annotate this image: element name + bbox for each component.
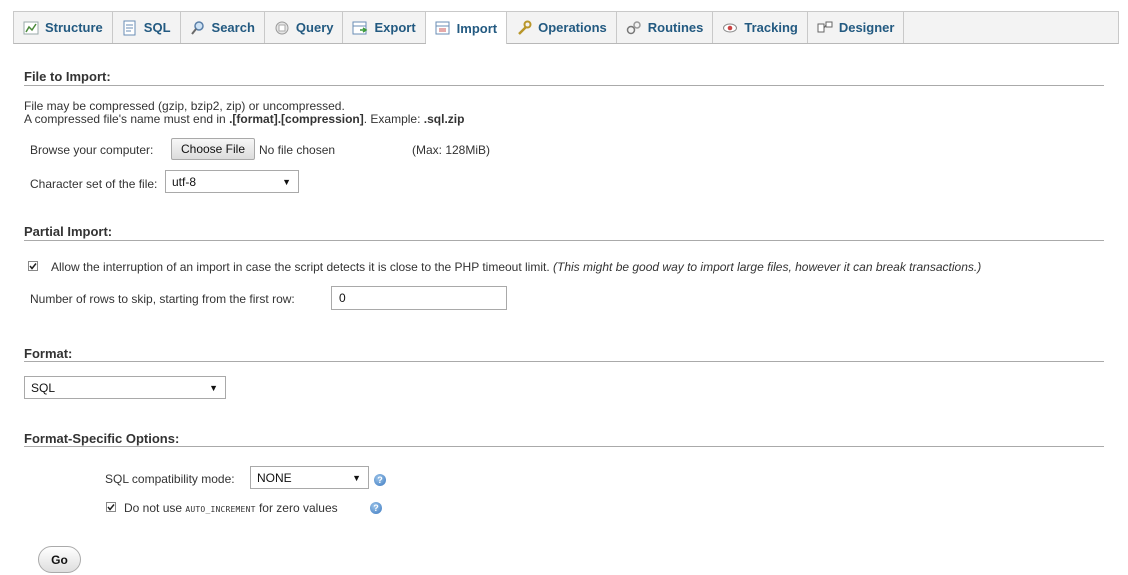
auto-increment-code: AUTO_INCREMENT: [185, 505, 256, 514]
tab-tracking[interactable]: Tracking: [713, 12, 808, 43]
help-icon[interactable]: ?: [374, 474, 386, 486]
help-icon[interactable]: ?: [370, 502, 382, 514]
file-import-heading: File to Import:: [24, 69, 111, 84]
max-size-text: (Max: 128MiB): [412, 143, 491, 157]
search-icon: [190, 20, 206, 36]
query-icon: [274, 20, 290, 36]
allow-interrupt-note: (This might be good way to import large …: [553, 260, 982, 274]
tab-label: Designer: [838, 20, 895, 35]
tab-import[interactable]: Import: [425, 12, 508, 44]
tab-designer[interactable]: Designer: [808, 12, 905, 43]
tab-label: Search: [211, 20, 255, 35]
charset-value: utf-8: [172, 174, 197, 189]
compat-value: NONE: [257, 470, 292, 485]
tab-label: Routines: [647, 20, 704, 35]
designer-icon: [817, 20, 833, 36]
go-button[interactable]: Go: [38, 546, 81, 573]
choose-file-button[interactable]: Choose File: [171, 138, 255, 160]
tab-structure[interactable]: Structure: [14, 12, 113, 43]
format-heading: Format:: [24, 346, 73, 361]
format-value: SQL: [31, 380, 56, 395]
sql-icon: [122, 20, 138, 36]
allow-interrupt-text: Allow the interruption of an import in c…: [51, 260, 981, 274]
skip-rows-label: Number of rows to skip, starting from th…: [30, 292, 295, 306]
divider: [24, 446, 1104, 447]
tab-label: SQL: [143, 20, 171, 35]
compression-example-line: A compressed file's name must end in .[f…: [24, 112, 464, 126]
routines-icon: [626, 20, 642, 36]
auto-increment-text: Do not use AUTO_INCREMENT for zero value…: [124, 501, 338, 515]
import-icon: [435, 20, 451, 36]
note-prefix: A compressed file's name must end in: [24, 112, 230, 126]
chevron-down-icon: ▼: [282, 176, 291, 187]
note-example: .sql.zip: [423, 112, 465, 126]
divider: [24, 240, 1104, 241]
divider: [24, 85, 1104, 86]
tab-operations[interactable]: Operations: [507, 12, 617, 43]
tab-export[interactable]: Export: [343, 12, 426, 43]
tab-label: Export: [374, 20, 416, 35]
wrench-icon: [516, 20, 532, 36]
tab-label: Tracking: [744, 20, 798, 35]
auto-increment-prefix: Do not use: [124, 501, 186, 515]
compat-label: SQL compatibility mode:: [105, 472, 235, 486]
charset-label: Character set of the file:: [30, 177, 158, 191]
format-select[interactable]: SQL ▼: [24, 376, 226, 399]
chevron-down-icon: ▼: [352, 472, 361, 483]
tab-label: Structure: [45, 20, 103, 35]
eye-icon: [722, 20, 738, 36]
auto-increment-checkbox[interactable]: [106, 502, 116, 512]
structure-icon: [23, 20, 39, 36]
tab-query[interactable]: Query: [265, 12, 344, 43]
tab-label: Query: [295, 20, 334, 35]
tab-label: Operations: [538, 20, 607, 35]
no-file-text: No file chosen: [259, 143, 336, 157]
compression-note: File may be compressed (gzip, bzip2, zip…: [24, 99, 345, 113]
compat-select[interactable]: NONE ▼: [250, 466, 369, 489]
divider: [24, 361, 1104, 362]
tab-label: Import: [456, 20, 498, 36]
tab-search[interactable]: Search: [181, 12, 265, 43]
allow-interrupt-label: Allow the interruption of an import in c…: [51, 260, 550, 274]
auto-increment-suffix: for zero values: [255, 501, 338, 515]
note-format: .[format].[compression]: [229, 112, 364, 126]
browse-label: Browse your computer:: [30, 143, 154, 157]
skip-rows-input[interactable]: 0: [331, 286, 507, 310]
tab-bar: Structure SQL Search Query Export Import: [13, 11, 1119, 44]
partial-import-heading: Partial Import:: [24, 224, 113, 239]
allow-interrupt-checkbox[interactable]: [28, 261, 38, 271]
tab-routines[interactable]: Routines: [617, 12, 714, 43]
tab-sql[interactable]: SQL: [113, 12, 181, 43]
charset-select[interactable]: utf-8 ▼: [165, 170, 299, 193]
format-options-heading: Format-Specific Options:: [24, 431, 180, 446]
export-icon: [352, 20, 368, 36]
chevron-down-icon: ▼: [209, 382, 218, 393]
note-mid: . Example:: [363, 112, 424, 126]
